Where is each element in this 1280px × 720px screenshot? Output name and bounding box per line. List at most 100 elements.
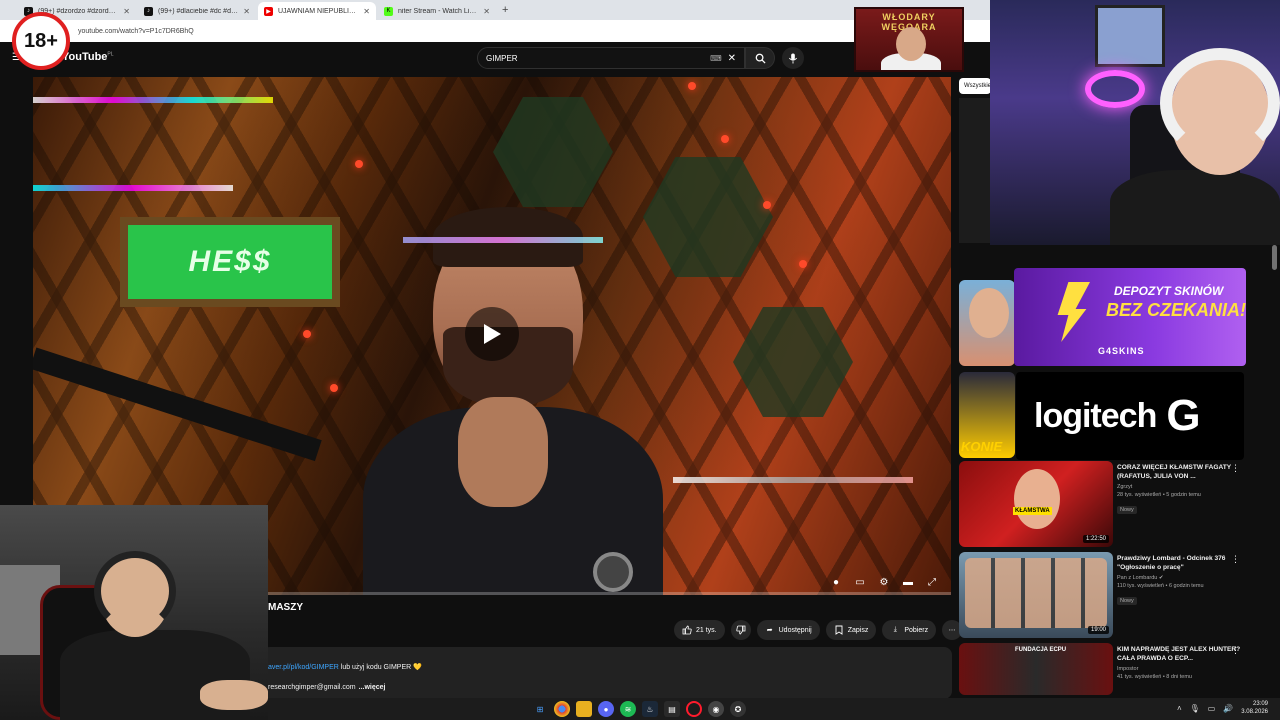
recommended-video[interactable]: KŁAMSTWA 1:22:50 CORAZ WIĘCEJ KŁAMSTW FA…	[959, 461, 1269, 547]
description-line: aver.pl/pl/kod/GIMPER lub użyj kodu GIMP…	[268, 657, 946, 677]
viewer-hand	[200, 680, 268, 710]
show-more-link[interactable]: ...więcej	[359, 684, 386, 691]
video-thumbnail[interactable]: 19:00	[959, 552, 1113, 638]
recommended-video[interactable]: FUNDACJA ECPU KIM NAPRAWDĘ JEST ALEX HUN…	[959, 643, 1269, 695]
close-icon[interactable]: ✕	[123, 7, 130, 16]
channel-name[interactable]: Pan z Lombardu ✔	[1117, 575, 1253, 581]
settings-icon[interactable]: ⚙	[877, 575, 891, 589]
keyboard-icon[interactable]: ⌨	[710, 54, 722, 63]
video-duration: 19:00	[1087, 626, 1109, 634]
new-tab-button[interactable]: +	[502, 4, 508, 16]
led-light	[763, 201, 771, 209]
led-light	[355, 160, 363, 168]
clock-date: 3.08.2026	[1241, 709, 1268, 715]
person-hand	[458, 397, 548, 507]
more-vertical-icon[interactable]: ⋮	[1231, 645, 1240, 656]
microphone-icon[interactable]: 🎙	[1190, 704, 1200, 713]
volume-icon[interactable]: 🔊	[1223, 704, 1233, 713]
g4skins-ad: DEPOZYT SKINÓW BEZ CZEKANIA! G4SKINS	[1014, 268, 1246, 366]
address-bar[interactable]: youtube.com/watch?v=P1c7DR6BhQ	[0, 20, 990, 42]
filter-chip-all[interactable]: Wszystkie	[959, 78, 991, 94]
discord-icon[interactable]: ●	[598, 701, 614, 717]
thumbnail-caption: FUNDACJA ECPU	[1015, 647, 1067, 653]
close-icon[interactable]: ✕	[363, 7, 370, 16]
logitech-ad: logitech G	[1016, 372, 1244, 460]
video-duration: 1:22:50	[1082, 535, 1109, 543]
clear-search-icon[interactable]: ✕	[728, 53, 736, 64]
recommended-video[interactable]: 19:00 Prawdziwy Lombard - Odcinek 376 "O…	[959, 552, 1269, 638]
channel-name[interactable]: Zgrzyt	[1117, 484, 1253, 490]
description-email: researchgimper@gmail.com	[268, 683, 356, 691]
play-button[interactable]	[465, 307, 519, 361]
glitch-artifact	[33, 185, 233, 191]
subtitles-icon[interactable]: ▭	[853, 575, 867, 589]
save-button[interactable]: Zapisz	[825, 620, 877, 640]
chrome-icon[interactable]	[554, 701, 570, 717]
channel-name[interactable]: Impostor	[1117, 666, 1253, 672]
streamer-banner: WŁODARY WĘGOARA	[854, 7, 964, 72]
share-label: Udostępnij	[778, 626, 812, 634]
wall-poster	[1095, 5, 1165, 67]
like-button[interactable]: 21 tys.	[674, 620, 725, 640]
youtube-logo[interactable]: YouTubePL	[62, 51, 114, 63]
description-line: researchgimper@gmail.com ...więcej	[268, 677, 946, 697]
search-input[interactable]: GIMPER	[486, 54, 710, 63]
autoplay-toggle-icon[interactable]: ●	[829, 575, 843, 589]
theater-mode-icon[interactable]: ▬	[901, 575, 915, 589]
voice-search-button[interactable]	[782, 47, 804, 69]
led-light	[721, 135, 729, 143]
browser-tab-4[interactable]: K niter Stream - Watch Live on Ki... ✕	[378, 2, 496, 20]
file-explorer-icon[interactable]	[576, 701, 592, 717]
scrollbar-thumb[interactable]	[1272, 245, 1277, 270]
sidebar-scrollbar[interactable]	[1272, 245, 1277, 695]
more-horizontal-icon: ⋯	[948, 627, 956, 634]
more-vertical-icon[interactable]: ⋮	[1231, 554, 1240, 565]
opera-icon[interactable]	[686, 701, 702, 717]
headset-icon	[94, 551, 176, 631]
system-clock[interactable]: 23:09 3.08.2026	[1241, 700, 1268, 716]
video-description[interactable]: aver.pl/pl/kod/GIMPER lub użyj kodu GIMP…	[262, 647, 952, 699]
search-button[interactable]	[745, 47, 775, 69]
browser-tab-3[interactable]: ▶ UJAWNIAM NIEPUBLICZNE... ✕	[258, 2, 376, 20]
browser-tab-2[interactable]: ♪ (99+) #dlaciebie #dc #dzordzo... ✕	[138, 2, 256, 20]
close-icon[interactable]: ✕	[243, 7, 250, 16]
description-link[interactable]: aver.pl/pl/kod/GIMPER	[268, 664, 339, 671]
logitech-wordmark: logitech	[1034, 396, 1157, 435]
download-button[interactable]: ⤓ Pobierz	[882, 620, 937, 640]
url-text[interactable]: youtube.com/watch?v=P1c7DR6BhQ	[78, 28, 194, 35]
spotify-icon[interactable]: ≋	[620, 701, 636, 717]
video-thumbnail[interactable]: KŁAMSTWA 1:22:50	[959, 461, 1113, 547]
screen: ♪ (99+) #dzordzo #dzordzo777 #... ✕ ♪ (9…	[0, 0, 1280, 720]
network-icon[interactable]: ▭	[1208, 704, 1216, 713]
new-badge: Nowy	[1117, 597, 1137, 605]
obs-icon[interactable]: ◉	[708, 701, 724, 717]
secondary-webcam	[0, 505, 268, 720]
thumbs-up-icon	[682, 625, 692, 635]
app-icon[interactable]: ✪	[730, 701, 746, 717]
windows-start-icon[interactable]: ⊞	[532, 701, 548, 717]
video-thumbnail[interactable]: KONIE	[959, 372, 1015, 458]
video-thumbnail[interactable]	[959, 280, 1015, 366]
search-box[interactable]: GIMPER ⌨ ✕	[477, 47, 745, 69]
thumbs-down-icon	[735, 625, 746, 635]
play-icon	[484, 324, 501, 344]
steam-icon[interactable]: ♨	[642, 701, 658, 717]
thumbnail-caption: KONIE	[961, 439, 1003, 454]
sign-text: HE$$	[188, 245, 272, 278]
share-button[interactable]: ➦ Udostępnij	[756, 620, 820, 640]
neon-light	[1085, 70, 1145, 108]
app-icon[interactable]: ▤	[664, 701, 680, 717]
dislike-button[interactable]	[730, 620, 751, 640]
thumbnail-caption: KŁAMSTWA	[1013, 507, 1052, 515]
recommended-thumbnail[interactable]	[959, 98, 991, 243]
video-thumbnail[interactable]: FUNDACJA ECPU	[959, 643, 1113, 695]
more-vertical-icon[interactable]: ⋮	[1231, 463, 1240, 474]
clock-time: 23:09	[1252, 701, 1268, 707]
thumb-face	[1014, 469, 1060, 529]
banner-face	[896, 27, 926, 61]
close-icon[interactable]: ✕	[483, 7, 490, 16]
logo-region: PL	[107, 51, 114, 58]
fullscreen-icon[interactable]: ⤢	[925, 575, 939, 589]
search-icon	[755, 53, 766, 64]
chevron-up-icon[interactable]: ˄	[1177, 704, 1182, 713]
